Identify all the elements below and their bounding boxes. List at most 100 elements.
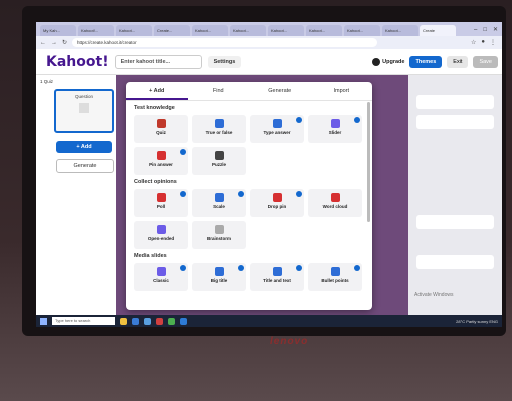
slide-type-icon xyxy=(156,151,166,160)
menu-icon[interactable]: ⋮ xyxy=(490,39,496,46)
popup-scrollbar[interactable] xyxy=(367,102,370,222)
slide-type-brainstorm[interactable]: Brainstorm xyxy=(192,221,246,249)
slide-type-icon xyxy=(330,193,340,202)
edge-icon[interactable] xyxy=(132,317,139,325)
exit-button[interactable]: Exit xyxy=(447,55,469,68)
browser-tab[interactable]: Kahoot... xyxy=(382,25,418,36)
sidebar: 1 Quiz Question + Add Generate xyxy=(36,75,117,315)
slide-type-grid: Poll Scale Drop pin Word cloud Open-ended Bra… xyxy=(126,187,372,249)
slide-type-poll[interactable]: Poll xyxy=(134,189,188,217)
back-icon[interactable]: ← xyxy=(40,40,46,46)
settings-button[interactable]: Settings xyxy=(207,55,242,68)
browser-tab[interactable]: Kahoot... xyxy=(192,25,228,36)
close-icon[interactable]: ✕ xyxy=(493,24,498,36)
browser-tab[interactable]: Kahoot... xyxy=(268,25,304,36)
slide-type-grid: Classic Big title Title and text Bullet poi… xyxy=(126,261,372,291)
slide-type-icon xyxy=(156,119,166,128)
kahoot-title-input[interactable]: Enter kahoot title... xyxy=(114,54,202,69)
slide-type-quiz[interactable]: Quiz xyxy=(134,115,188,143)
slide-type-title-and-text[interactable]: Title and text xyxy=(250,263,304,291)
generate-button[interactable]: Generate xyxy=(56,159,114,173)
premium-badge-icon xyxy=(296,117,302,123)
url-field[interactable]: https://create.kahoot.it/creator xyxy=(72,38,378,47)
section-title: Collect opinions xyxy=(134,179,177,185)
chrome-icon[interactable] xyxy=(168,317,175,325)
kahoot-logo[interactable]: Kahoot! xyxy=(46,54,109,70)
premium-badge-icon xyxy=(354,117,360,123)
tab-find[interactable]: Find xyxy=(188,82,250,100)
browser-tab[interactable]: Kahoot... xyxy=(230,25,266,36)
laptop-screen: My Kah... Kahoot!... Kahoot... Create...… xyxy=(36,22,502,327)
windows-taskbar: Type here to search 28°C Partly sunny EN… xyxy=(36,315,502,327)
slide-type-icon xyxy=(272,119,282,128)
tab-import[interactable]: Import xyxy=(311,82,373,100)
browser-tab-active[interactable]: Create xyxy=(420,25,456,36)
slide-type-icon xyxy=(156,193,166,202)
activate-windows-watermark: Activate Windows xyxy=(414,292,454,298)
star-icon[interactable]: ☆ xyxy=(471,39,476,46)
browser-tab[interactable]: Kahoot... xyxy=(344,25,380,36)
slide-type-label: Word cloud xyxy=(322,204,348,209)
browser-tab[interactable]: Kahoot!... xyxy=(78,25,114,36)
slide-type-scale[interactable]: Scale xyxy=(192,189,246,217)
tab-generate[interactable]: Generate xyxy=(249,82,311,100)
maximize-icon[interactable]: □ xyxy=(483,24,487,36)
slide-type-word-cloud[interactable]: Word cloud xyxy=(308,189,362,217)
section-title: Test knowledge xyxy=(134,105,175,111)
slide-type-label: Drop pin xyxy=(267,204,287,209)
slide-type-icon xyxy=(214,193,224,202)
word-icon[interactable] xyxy=(180,317,187,325)
panel-card[interactable] xyxy=(416,215,494,229)
premium-badge-icon xyxy=(180,265,186,271)
browser-tab[interactable]: Kahoot... xyxy=(306,25,342,36)
add-slide-button[interactable]: + Add xyxy=(56,141,112,153)
premium-badge-icon xyxy=(238,191,244,197)
tab-add[interactable]: + Add xyxy=(126,82,188,100)
premium-badge-icon xyxy=(354,265,360,271)
browser-tab[interactable]: Kahoot... xyxy=(116,25,152,36)
slide-type-type-answer[interactable]: Type answer xyxy=(250,115,304,143)
slide-type-slider[interactable]: Slider xyxy=(308,115,362,143)
browser-tab[interactable]: My Kah... xyxy=(40,25,76,36)
slide-type-icon xyxy=(214,267,224,276)
system-tray: 28°C Partly sunny ENG xyxy=(456,318,498,324)
slide-type-bullet-points[interactable]: Bullet points xyxy=(308,263,362,291)
popup-tabs: + Add Find Generate Import xyxy=(126,82,372,101)
upgrade-button[interactable]: Upgrade xyxy=(372,57,404,66)
slide-type-classic[interactable]: Classic xyxy=(134,263,188,291)
save-button[interactable]: Save xyxy=(473,55,498,68)
reload-icon[interactable]: ↻ xyxy=(62,39,67,46)
store-icon[interactable] xyxy=(144,317,151,325)
slide-type-icon xyxy=(272,267,282,276)
slide-type-icon xyxy=(214,225,224,234)
slide-type-drop-pin[interactable]: Drop pin xyxy=(250,189,304,217)
panel-card[interactable] xyxy=(416,95,494,109)
slide-type-icon xyxy=(330,267,340,276)
slide-type-open-ended[interactable]: Open-ended xyxy=(134,221,188,249)
slide-type-label: Poll xyxy=(156,204,166,209)
slide-type-puzzle[interactable]: Puzzle xyxy=(192,147,246,175)
slide-thumbnail[interactable]: Question xyxy=(54,89,114,133)
taskbar-search[interactable]: Type here to search xyxy=(52,317,115,325)
slide-type-icon xyxy=(156,267,166,276)
profile-icon[interactable]: ● xyxy=(481,39,485,46)
slide-type-label: Open-ended xyxy=(147,236,175,241)
slide-type-label: Big title xyxy=(210,278,228,283)
premium-badge-icon xyxy=(238,265,244,271)
app-icon[interactable] xyxy=(156,317,163,325)
slide-type-label: Quiz xyxy=(156,130,166,135)
file-explorer-icon[interactable] xyxy=(120,317,127,325)
slide-type-pin-answer[interactable]: Pin answer xyxy=(134,147,188,175)
premium-badge-icon xyxy=(296,191,302,197)
themes-button[interactable]: Themes xyxy=(409,55,443,68)
slide-type-label: Brainstorm xyxy=(206,236,231,241)
slide-type-big-title[interactable]: Big title xyxy=(192,263,246,291)
forward-icon[interactable]: → xyxy=(51,40,57,46)
panel-card[interactable] xyxy=(416,115,494,129)
windows-start-icon[interactable] xyxy=(40,317,47,325)
slide-type-label: Scale xyxy=(213,204,225,209)
browser-tab[interactable]: Create... xyxy=(154,25,190,36)
panel-card[interactable] xyxy=(416,255,494,269)
slide-type-true-or-false[interactable]: True or false xyxy=(192,115,246,143)
minimize-icon[interactable]: – xyxy=(474,24,477,36)
